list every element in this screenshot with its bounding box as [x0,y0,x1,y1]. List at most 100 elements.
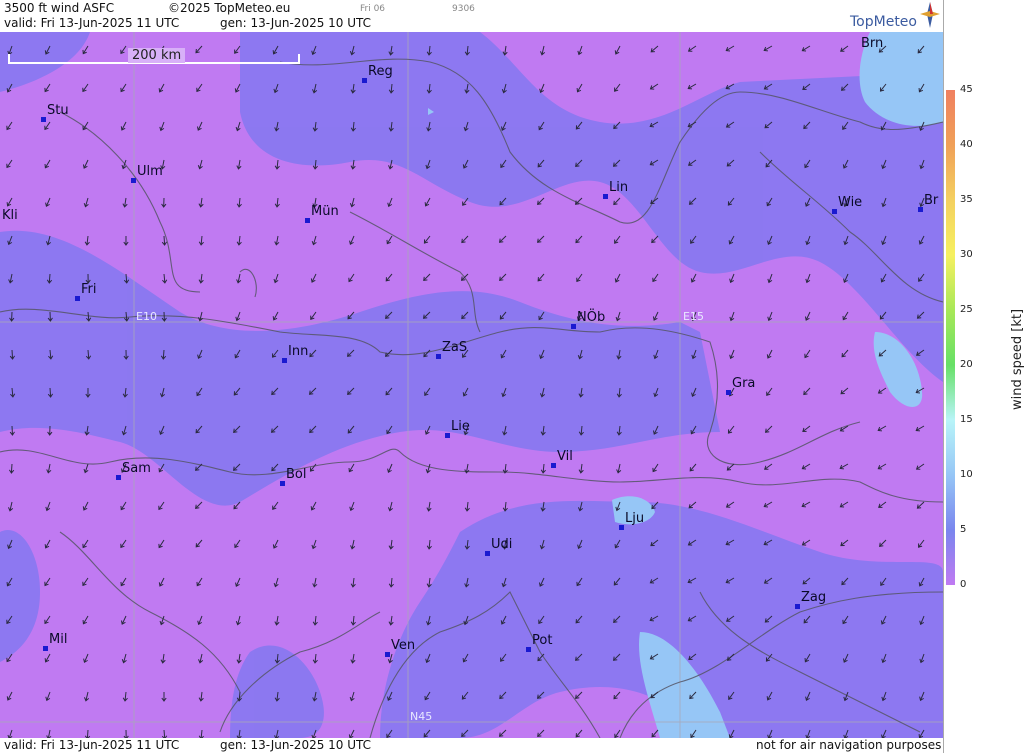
wind-arrow [802,425,811,433]
wind-arrow [537,729,545,738]
wind-arrow [387,463,393,474]
city-dot [918,207,923,212]
city-label: Brn [861,36,884,51]
wind-arrow [198,273,204,284]
wind-arrow [197,615,203,626]
wind-arrow [763,501,773,508]
legend-tick: 10 [960,469,973,480]
wind-arrow [198,729,204,738]
wind-arrow [918,539,925,548]
footer-gen-time: gen: 13-Jun-2025 10 UTC [220,738,372,752]
wind-arrow [652,311,659,321]
city-label: Gra [732,376,756,391]
city-dot [282,358,287,363]
wind-arrow [539,83,545,94]
wind-arrow [878,501,887,508]
wind-arrow [273,577,279,588]
city-dot [43,646,48,651]
wind-arrow [44,615,51,625]
wind-map[interactable]: 200 km E10 E15 N45 Reg Brn Stu Ulm Lin M… [0,32,943,738]
color-legend: 45 40 35 30 25 20 15 10 5 0 wind speed [… [943,0,1034,753]
wind-arrow [235,577,241,587]
wind-arrow [83,691,90,702]
wind-arrow [198,235,204,246]
wind-arrow [274,615,280,626]
wind-arrow [426,577,432,588]
wind-arrow [498,235,507,243]
wind-arrow [234,45,241,54]
city-label: Pot [532,633,553,648]
wind-arrow [578,463,584,474]
compass-icon [920,2,940,28]
wind-arrow [311,235,317,246]
wind-arrow [461,235,469,244]
wind-arrow [234,539,241,549]
wind-arrow [839,463,849,470]
city-dot [603,194,608,199]
wind-arrow [801,501,811,508]
wind-arrow [45,691,51,702]
wind-arrow [235,121,241,132]
legend-tick: 20 [960,359,973,370]
wind-arrow [120,83,127,93]
wind-arrow [46,463,52,474]
wind-arrow [44,653,51,663]
wind-arrow [161,197,167,208]
wind-arrow [842,311,849,321]
wind-arrow [161,729,168,738]
wind-arrow [613,197,621,206]
legend-tick: 35 [960,194,973,205]
legend-tick: 0 [960,579,967,590]
valid-time: valid: Fri 13-Jun-2025 11 UTC [4,16,180,30]
wind-arrow [689,463,697,472]
wind-arrow [426,501,432,512]
wind-arrow [766,387,773,396]
wind-arrow [464,463,470,474]
wind-arrow [502,501,508,512]
wind-arrow [652,463,659,473]
wind-arrow [915,425,925,432]
city-dot [726,390,731,395]
wind-arrow [729,311,735,322]
wind-arrow [310,501,317,511]
city-dot [526,647,531,652]
wind-arrow [915,463,925,470]
wind-arrow [6,159,13,169]
wind-arrow [84,729,91,738]
wind-arrow [805,273,811,284]
wind-arrow [348,273,355,283]
city-label: Mün [311,204,339,219]
wind-arrow [235,311,241,322]
wind-arrow [120,615,127,625]
wind-arrow [766,349,773,359]
city-dot [832,209,837,214]
city-dot [619,525,624,530]
city-dot [75,296,80,301]
wind-arrow [388,577,394,588]
wind-arrow [158,83,165,93]
wind-arrow [272,539,279,549]
map-footer: valid: Fri 13-Jun-2025 11 UTC gen: 13-Ju… [0,738,943,753]
day-code: Fri 06 [360,4,386,14]
city-label: Kli [2,208,18,223]
wind-arrow [349,235,355,245]
wind-arrow [6,121,13,131]
city-label: Lie [451,419,470,434]
wind-arrow [687,83,697,90]
wind-arrow [537,273,545,282]
map-header: 3500 ft wind ASFC ©2025 TopMeteo.eu Fri … [0,0,943,32]
legend-band [946,420,955,475]
wind-arrow [123,729,129,738]
wind-arrow [312,653,318,664]
wind-arrow [729,349,735,360]
city-label: Fri [81,282,97,297]
wind-arrow [82,615,89,625]
map-title: 3500 ft wind ASFC [4,1,115,15]
wind-arrow [804,311,811,321]
wind-arrow [6,691,13,701]
legend-band [946,255,955,310]
wind-arrow [575,691,583,699]
wind-arrow [82,45,89,55]
legend-tick: 45 [960,84,973,95]
wind-arrow [196,83,203,93]
